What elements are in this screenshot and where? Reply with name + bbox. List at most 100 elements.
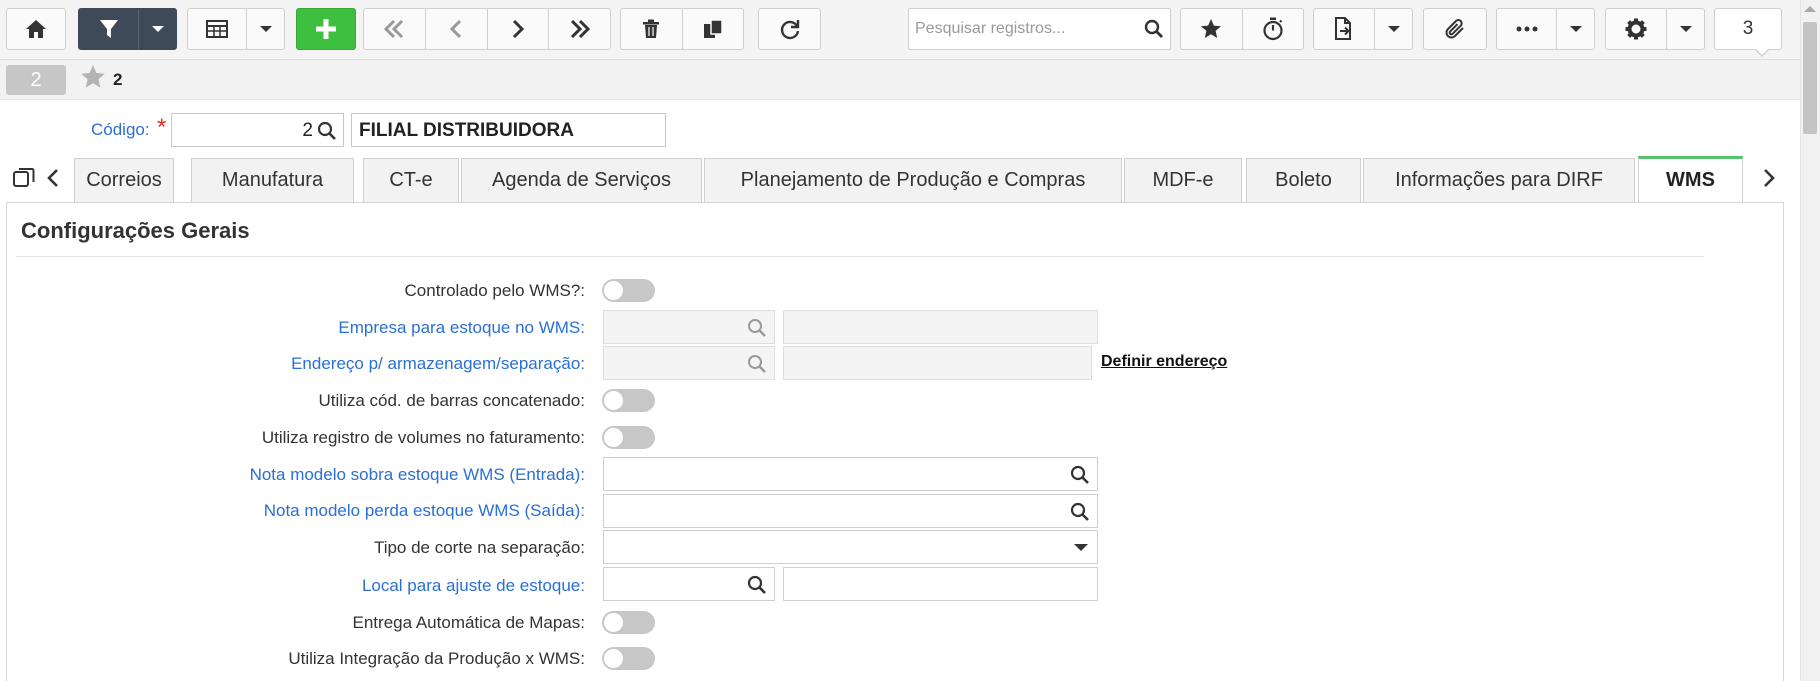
refresh-button[interactable] xyxy=(759,9,820,49)
chevron-down-icon xyxy=(1074,544,1088,551)
search-icon[interactable] xyxy=(1070,502,1090,527)
plus-icon xyxy=(316,19,336,39)
last-record-button[interactable] xyxy=(549,9,610,49)
grid-view-button[interactable] xyxy=(188,9,248,49)
empresa-estoque-label[interactable]: Empresa para estoque no WMS: xyxy=(338,318,585,338)
tab-correios[interactable]: Correios xyxy=(74,158,174,202)
more-dropdown[interactable] xyxy=(1557,9,1594,49)
search-input[interactable] xyxy=(909,9,1129,49)
local-ajuste-label[interactable]: Local para ajuste de estoque: xyxy=(362,576,585,596)
next-record-button[interactable] xyxy=(488,9,550,49)
export-icon xyxy=(1335,17,1352,40)
filter-icon xyxy=(99,20,118,38)
cod-barras-toggle[interactable] xyxy=(602,389,655,412)
tab-bar: Correios Manufatura CT-e Agenda de Servi… xyxy=(0,156,1800,202)
duplicate-tabs-icon[interactable] xyxy=(12,166,36,195)
chevron-left-icon[interactable] xyxy=(46,168,60,193)
filter-group xyxy=(78,8,177,50)
record-subbar xyxy=(0,60,1800,100)
trash-icon xyxy=(643,19,660,38)
paperclip-icon xyxy=(1445,19,1464,39)
entrega-mapas-toggle[interactable] xyxy=(602,611,655,634)
tab-agenda-servicos[interactable]: Agenda de Serviços xyxy=(461,158,702,202)
search-icon[interactable] xyxy=(747,354,767,379)
duplicate-button[interactable] xyxy=(683,9,744,49)
endereco-armazenagem-name xyxy=(783,346,1092,380)
search-field xyxy=(908,8,1171,50)
codigo-label: Código: xyxy=(91,120,150,139)
tipo-corte-select[interactable] xyxy=(603,530,1098,564)
search-icon[interactable] xyxy=(1144,19,1164,44)
export-button[interactable] xyxy=(1314,9,1376,49)
tab-mdfe[interactable]: MDF-e xyxy=(1124,158,1242,202)
export-dropdown[interactable] xyxy=(1375,9,1412,49)
attach-button[interactable] xyxy=(1424,9,1486,49)
search-icon[interactable] xyxy=(317,121,337,147)
codigo-value: 2 xyxy=(302,120,313,141)
search-icon[interactable] xyxy=(747,318,767,343)
navigation-group xyxy=(363,8,611,50)
favorite-button[interactable] xyxy=(1181,9,1243,49)
next-icon xyxy=(512,19,524,39)
gear-icon xyxy=(1625,18,1647,40)
record-badge[interactable]: 2 xyxy=(6,65,66,95)
more-button[interactable] xyxy=(1497,9,1558,49)
tab-informacoes-dirf[interactable]: Informações para DIRF xyxy=(1363,158,1635,202)
favorites-group xyxy=(1180,8,1304,50)
endereco-armazenagem-label[interactable]: Endereço p/ armazenagem/separação: xyxy=(291,354,585,374)
scrollbar-thumb[interactable] xyxy=(1803,22,1817,134)
endereco-armazenagem-code[interactable] xyxy=(603,346,775,380)
registro-volumes-toggle[interactable] xyxy=(602,426,655,449)
refresh-icon xyxy=(780,20,799,40)
entrega-mapas-label: Entrega Automática de Mapas: xyxy=(352,613,585,632)
filter-button[interactable] xyxy=(79,9,140,49)
tab-boleto[interactable]: Boleto xyxy=(1246,158,1361,202)
tab-planejamento[interactable]: Planejamento de Produção e Compras xyxy=(704,158,1122,202)
copy-icon xyxy=(703,19,723,38)
grid-icon xyxy=(206,20,229,38)
last-icon xyxy=(570,19,590,39)
nota-sobra-field[interactable] xyxy=(603,457,1098,491)
tab-cte[interactable]: CT-e xyxy=(363,158,459,202)
grid-dropdown[interactable] xyxy=(247,9,284,49)
home-button[interactable] xyxy=(7,9,65,49)
timer-button[interactable] xyxy=(1243,9,1304,49)
integracao-producao-toggle[interactable] xyxy=(602,647,655,670)
favorites-count: 2 xyxy=(113,70,123,89)
tab-manufatura[interactable]: Manufatura xyxy=(191,158,354,202)
chevron-right-icon[interactable] xyxy=(1762,168,1776,193)
nota-sobra-label[interactable]: Nota modelo sobra estoque WMS (Entrada): xyxy=(250,465,585,485)
settings-button[interactable] xyxy=(1606,9,1668,49)
empresa-estoque-code[interactable] xyxy=(603,310,775,344)
nota-perda-label[interactable]: Nota modelo perda estoque WMS (Saída): xyxy=(264,501,585,521)
stopwatch-icon xyxy=(1263,17,1283,41)
search-icon[interactable] xyxy=(1070,465,1090,490)
local-ajuste-code[interactable] xyxy=(603,567,775,601)
scroll-up-arrow[interactable] xyxy=(1804,6,1816,12)
cod-barras-label: Utiliza cód. de barras concatenado: xyxy=(318,391,586,410)
add-button[interactable] xyxy=(297,9,355,49)
star-icon xyxy=(1201,19,1222,38)
filter-dropdown[interactable] xyxy=(139,9,176,49)
home-icon xyxy=(26,20,46,38)
required-mark: * xyxy=(157,114,167,141)
record-counter[interactable]: 3 xyxy=(1714,8,1782,50)
first-record-button[interactable] xyxy=(364,9,426,49)
codigo-field[interactable]: 2 xyxy=(171,113,344,147)
tab-wms[interactable]: WMS xyxy=(1638,156,1743,202)
filial-name-field[interactable]: FILIAL DISTRIBUIDORA xyxy=(351,113,666,147)
settings-dropdown[interactable] xyxy=(1667,9,1704,49)
controlado-wms-toggle[interactable] xyxy=(602,279,655,302)
tipo-corte-label: Tipo de corte na separação: xyxy=(373,538,585,557)
nota-perda-field[interactable] xyxy=(603,494,1098,528)
section-title: Configurações Gerais xyxy=(21,218,250,243)
integracao-producao-label: Utiliza Integração da Produção x WMS: xyxy=(288,649,585,668)
section-divider xyxy=(16,256,1704,257)
definir-endereco-link[interactable]: Definir endereço xyxy=(1101,353,1227,371)
prev-record-button[interactable] xyxy=(426,9,488,49)
star-icon[interactable] xyxy=(80,64,106,95)
search-icon[interactable] xyxy=(747,575,767,600)
delete-button[interactable] xyxy=(621,9,683,49)
home-group xyxy=(6,8,66,50)
export-group xyxy=(1313,8,1413,50)
